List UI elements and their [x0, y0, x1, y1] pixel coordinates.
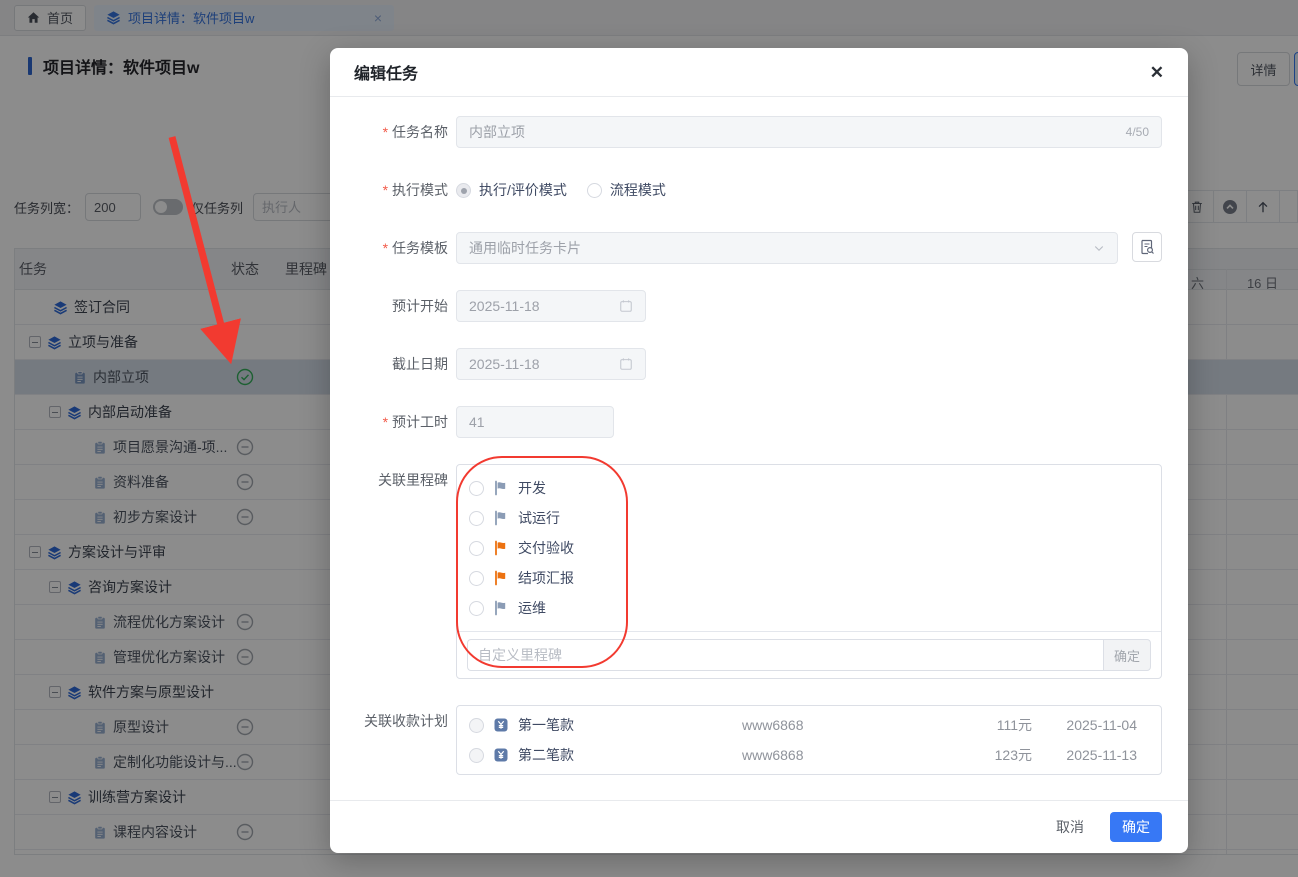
payment-radio[interactable] [469, 747, 484, 763]
payment-name: 第一笔款 [518, 717, 574, 733]
milestone-name: 结项汇报 [518, 570, 574, 586]
start-date-input[interactable]: 2025-11-18 [456, 290, 646, 322]
field-deadline: 截止日期 2025-11-18 [354, 348, 1162, 380]
milestone-name: 运维 [518, 600, 546, 616]
milestone-option[interactable]: 结项汇报 [457, 563, 1161, 593]
payment-date: 2025-11-13 [1066, 747, 1137, 763]
milestone-radio[interactable] [469, 480, 484, 496]
chevron-down-icon [1094, 246, 1104, 252]
exec-mode-label: 执行模式 [354, 174, 456, 206]
milestones-box: 开发试运行交付验收结项汇报运维 确定 [456, 464, 1162, 679]
payment-code: www6868 [742, 717, 804, 733]
milestone-option[interactable]: 交付验收 [457, 533, 1161, 563]
payment-amount: 123元 [994, 747, 1032, 763]
exec-eval-mode-label: 执行/评价模式 [479, 182, 567, 198]
milestone-radio[interactable] [469, 600, 484, 616]
task-name-input[interactable]: 内部立项 4/50 [456, 116, 1162, 148]
custom-milestone-row: 确定 [457, 631, 1161, 678]
cancel-button[interactable]: 取消 [1056, 817, 1084, 837]
calendar-icon [620, 300, 632, 312]
payment-icon [493, 747, 509, 763]
est-hours-value: 41 [469, 414, 485, 430]
deadline-label: 截止日期 [392, 356, 448, 372]
close-icon[interactable]: ✕ [1150, 64, 1164, 81]
field-exec-mode: 执行模式 执行/评价模式 流程模式 [354, 174, 1162, 206]
flag-icon [493, 480, 509, 496]
milestone-option[interactable]: 开发 [457, 473, 1161, 503]
char-counter: 4/50 [1125, 125, 1149, 139]
milestone-radio[interactable] [469, 570, 484, 586]
flag-icon [493, 510, 509, 526]
dialog-body: 任务名称 内部立项 4/50 执行模式 执行/评价模式 流程模式 任务模板 通用… [330, 97, 1188, 775]
est-hours-label: 预计工时 [354, 406, 456, 438]
payment-row[interactable]: 第二笔款 www6868 123元 2025-11-13 [457, 740, 1161, 770]
radio-exec-eval-mode[interactable] [456, 182, 471, 198]
milestone-name: 交付验收 [518, 540, 574, 556]
payment-code: www6868 [742, 747, 804, 763]
template-value: 通用临时任务卡片 [469, 240, 581, 256]
deadline-input[interactable]: 2025-11-18 [456, 348, 646, 380]
milestones-label: 关联里程碑 [378, 472, 448, 488]
radio-flow-mode[interactable] [586, 182, 602, 198]
payment-icon [493, 717, 509, 733]
payment-amount: 111元 [996, 717, 1032, 733]
field-task-name: 任务名称 内部立项 4/50 [354, 116, 1162, 148]
template-preview-button[interactable] [1132, 232, 1162, 262]
payment-row[interactable]: 第一笔款 www6868 111元 2025-11-04 [457, 710, 1161, 740]
custom-milestone-confirm-button[interactable]: 确定 [1103, 639, 1151, 671]
payments-box: 第一笔款 www6868 111元 2025-11-04 第二笔款 www6868 123元… [456, 705, 1162, 775]
document-search-icon [1141, 239, 1154, 255]
template-select[interactable]: 通用临时任务卡片 [456, 232, 1118, 264]
custom-milestone-input[interactable] [467, 639, 1103, 671]
start-date-label: 预计开始 [392, 298, 448, 314]
payments-label: 关联收款计划 [364, 713, 448, 729]
milestone-option[interactable]: 运维 [457, 593, 1161, 623]
dialog-title: 编辑任务 [354, 66, 419, 83]
milestone-name: 试运行 [518, 510, 560, 526]
start-date-value: 2025-11-18 [469, 298, 540, 314]
dialog-footer: 取消 确定 [330, 800, 1188, 853]
field-template: 任务模板 通用临时任务卡片 [354, 232, 1162, 264]
field-start-date: 预计开始 2025-11-18 [354, 290, 1162, 322]
flow-mode-label: 流程模式 [609, 182, 666, 198]
milestone-radio[interactable] [469, 540, 484, 556]
template-label: 任务模板 [354, 232, 456, 264]
task-name-label: 任务名称 [354, 116, 456, 148]
deadline-value: 2025-11-18 [469, 356, 540, 372]
milestone-radio[interactable] [469, 510, 484, 526]
flag-icon [493, 570, 509, 586]
payment-date: 2025-11-04 [1066, 717, 1137, 733]
field-milestones: 关联里程碑 开发试运行交付验收结项汇报运维 确定 [354, 464, 1162, 679]
calendar-icon [620, 358, 632, 370]
flag-icon [493, 600, 509, 616]
est-hours-input[interactable]: 41 [456, 406, 614, 438]
payment-radio[interactable] [469, 717, 484, 733]
confirm-button[interactable]: 确定 [1110, 812, 1162, 842]
task-name-value: 内部立项 [469, 124, 525, 140]
milestone-name: 开发 [518, 480, 546, 496]
milestone-option[interactable]: 试运行 [457, 503, 1161, 533]
payment-name: 第二笔款 [518, 747, 574, 763]
flag-icon [493, 540, 509, 556]
dialog-header: 编辑任务 ✕ [330, 48, 1188, 97]
edit-task-dialog: 编辑任务 ✕ 任务名称 内部立项 4/50 执行模式 执行/评价模式 流程模式 … [330, 48, 1188, 853]
field-payments: 关联收款计划 第一笔款 www6868 111元 2025-11-04 第二笔款 www6… [354, 705, 1162, 775]
field-est-hours: 预计工时 41 [354, 406, 1162, 438]
